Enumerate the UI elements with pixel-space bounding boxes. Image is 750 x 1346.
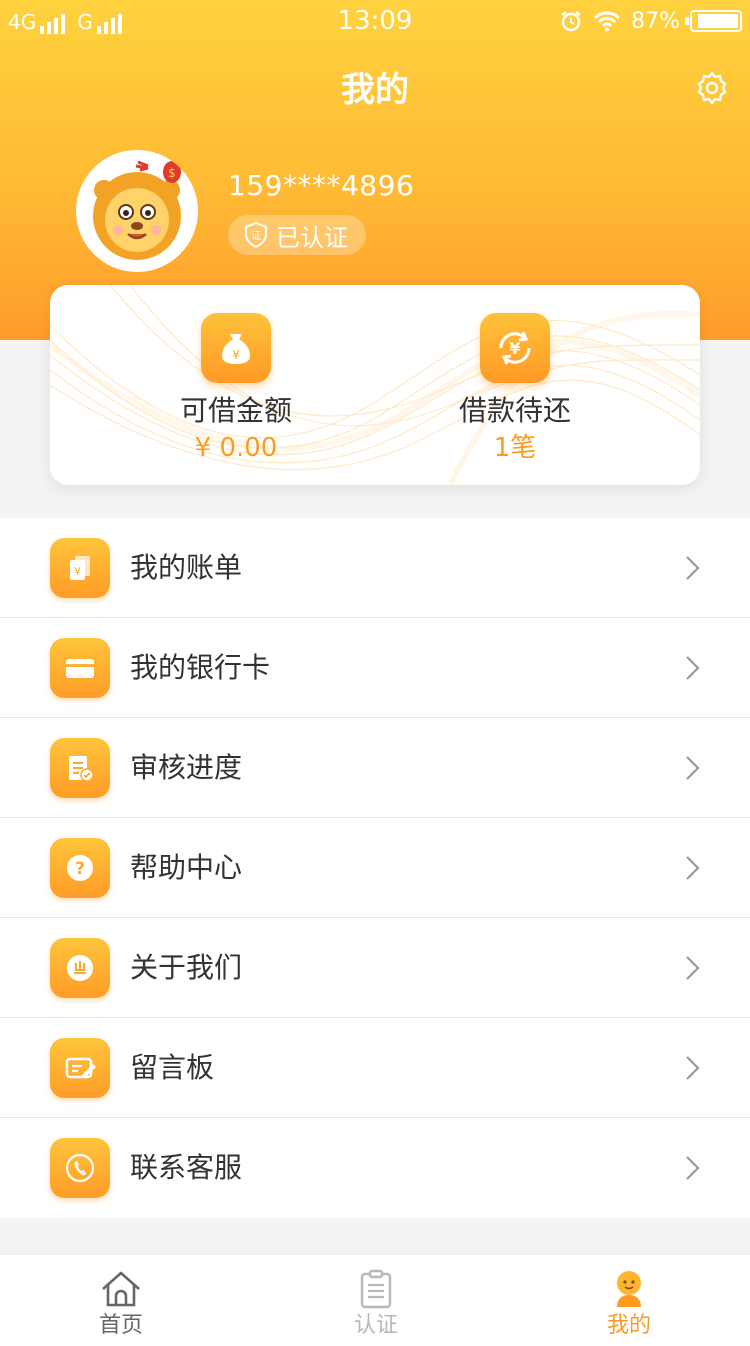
- menu-item-label: 帮助中心: [130, 851, 243, 884]
- phone-number: 159****4896: [228, 169, 415, 202]
- tab-label: 我的: [606, 1313, 651, 1338]
- svg-text:?: ?: [75, 859, 85, 879]
- svg-text:¥: ¥: [232, 348, 240, 362]
- bill-icon: ¥: [50, 538, 110, 598]
- menu-item-message-board[interactable]: 留言板: [0, 1018, 750, 1118]
- tab-mine[interactable]: 我的: [554, 1255, 704, 1346]
- svg-text:证: 证: [251, 230, 261, 242]
- menu-item-label: 审核进度: [130, 751, 243, 784]
- menu-item-bank-card[interactable]: 我的银行卡: [0, 618, 750, 718]
- tab-label: 认证: [353, 1313, 398, 1338]
- pending-repayment-value: 1笔: [493, 433, 537, 463]
- bottom-tab-bar: 首页 认证 我的: [0, 1254, 750, 1346]
- pending-repayment-label: 借款待还: [458, 394, 571, 427]
- verified-label: 已认证: [276, 223, 348, 252]
- menu-item-about[interactable]: 关于我们: [0, 918, 750, 1018]
- phone-icon: [50, 1138, 110, 1198]
- home-icon: [102, 1271, 140, 1307]
- available-amount-label: 可借金额: [179, 394, 292, 427]
- repay-cycle-icon: ¥: [480, 313, 550, 383]
- menu-item-label: 关于我们: [130, 951, 243, 984]
- tab-home[interactable]: 首页: [46, 1255, 196, 1346]
- chevron-right-icon: [686, 1056, 700, 1080]
- menu-item-bill[interactable]: ¥ 我的账单: [0, 518, 750, 618]
- chevron-right-icon: [686, 856, 700, 880]
- tab-verify[interactable]: 认证: [301, 1255, 451, 1346]
- available-amount-value: ¥ 0.00: [194, 433, 278, 463]
- chevron-right-icon: [686, 556, 700, 580]
- alarm-icon: [561, 11, 581, 32]
- money-bag-icon: ¥: [201, 313, 271, 383]
- chevron-right-icon: [686, 956, 700, 980]
- menu-list: ¥ 我的账单 我的银行卡 审核进度 ? 帮助中心 关于我们 留言板 联系客服: [0, 518, 750, 1218]
- wifi-icon: [594, 11, 621, 32]
- menu-item-review-progress[interactable]: 审核进度: [0, 718, 750, 818]
- menu-item-label: 我的账单: [130, 551, 243, 584]
- avatar[interactable]: $: [76, 150, 198, 272]
- about-icon: [50, 938, 110, 998]
- menu-item-contact-service[interactable]: 联系客服: [0, 1118, 750, 1218]
- tab-label: 首页: [98, 1313, 143, 1338]
- pending-repayment[interactable]: ¥ 借款待还 1笔: [405, 313, 625, 465]
- available-amount[interactable]: ¥ 可借金额 ¥ 0.00: [126, 313, 346, 465]
- verified-badge: 证 已认证: [228, 215, 366, 255]
- loan-summary-card: ¥ 可借金额 ¥ 0.00 ¥ 借款待还 1笔: [50, 285, 700, 485]
- battery-percent: 87%: [631, 8, 680, 34]
- clipboard-icon: [360, 1269, 392, 1309]
- lion-mascot-icon: $: [93, 160, 181, 260]
- menu-item-label: 留言板: [130, 1051, 215, 1084]
- gear-icon[interactable]: [694, 70, 730, 106]
- help-icon: ?: [50, 838, 110, 898]
- svg-text:$: $: [168, 166, 176, 180]
- menu-item-help[interactable]: ? 帮助中心: [0, 818, 750, 918]
- chevron-right-icon: [686, 756, 700, 780]
- svg-text:¥: ¥: [74, 565, 81, 578]
- shield-icon: 证: [245, 222, 267, 248]
- chevron-right-icon: [686, 656, 700, 680]
- review-progress-icon: [50, 738, 110, 798]
- page-title: 我的: [341, 70, 409, 110]
- bank-card-icon: [50, 638, 110, 698]
- menu-item-label: 我的银行卡: [130, 651, 271, 684]
- status-bar: 4G G 13:09 87%: [0, 0, 750, 42]
- svg-text:¥: ¥: [509, 339, 520, 358]
- message-board-icon: [50, 1038, 110, 1098]
- menu-item-label: 联系客服: [130, 1151, 243, 1184]
- battery-icon: [685, 10, 742, 32]
- user-icon: [617, 1271, 641, 1307]
- chevron-right-icon: [686, 1156, 700, 1180]
